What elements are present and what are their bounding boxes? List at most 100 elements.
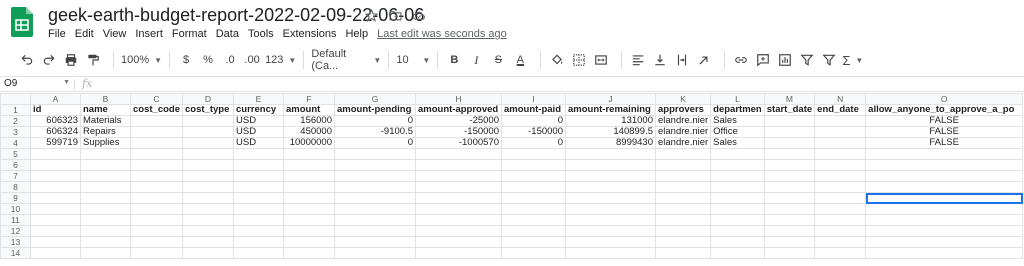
- cell-m10[interactable]: [763, 203, 816, 215]
- cell-e13[interactable]: [233, 236, 284, 248]
- cell-b10[interactable]: [80, 203, 131, 215]
- cell-l14[interactable]: [710, 247, 765, 259]
- cell-a5[interactable]: [30, 148, 81, 160]
- cell-f2[interactable]: 156000: [283, 115, 335, 127]
- cell-m7[interactable]: [763, 170, 816, 182]
- cell-k9[interactable]: [654, 192, 712, 204]
- cell-c12[interactable]: [130, 225, 183, 237]
- cell-n1[interactable]: end_date: [814, 104, 867, 116]
- cell-k11[interactable]: [654, 214, 712, 226]
- cell-f6[interactable]: [283, 159, 335, 171]
- cell-n8[interactable]: [814, 181, 867, 193]
- cell-g7[interactable]: [334, 170, 416, 182]
- row-header[interactable]: 7: [0, 170, 31, 182]
- column-header-c[interactable]: C: [130, 93, 183, 105]
- cell-h13[interactable]: [415, 236, 502, 248]
- cell-n3[interactable]: [814, 126, 867, 138]
- cell-i1[interactable]: amount-paid: [501, 104, 566, 116]
- cell-h9[interactable]: [415, 192, 502, 204]
- cell-g5[interactable]: [334, 148, 416, 160]
- cell-m12[interactable]: [763, 225, 816, 237]
- cell-g8[interactable]: [334, 181, 416, 193]
- cell-d9[interactable]: [182, 192, 234, 204]
- column-header-f[interactable]: F: [283, 93, 335, 105]
- row-header[interactable]: 8: [0, 181, 31, 193]
- cell-l11[interactable]: [710, 214, 765, 226]
- cell-b4[interactable]: Supplies: [80, 137, 131, 149]
- column-header-a[interactable]: A: [30, 93, 81, 105]
- cell-n2[interactable]: [814, 115, 867, 127]
- cell-a13[interactable]: [30, 236, 81, 248]
- cell-c3[interactable]: [130, 126, 183, 138]
- cell-d1[interactable]: cost_type: [182, 104, 234, 116]
- cell-o8[interactable]: [865, 181, 1024, 193]
- cell-c9[interactable]: [130, 192, 183, 204]
- cell-h6[interactable]: [415, 159, 502, 171]
- row-header[interactable]: 4: [0, 137, 31, 149]
- cell-d12[interactable]: [182, 225, 234, 237]
- cell-g4[interactable]: 0: [334, 137, 416, 149]
- cell-b9[interactable]: [80, 192, 131, 204]
- cell-k4[interactable]: elandre.nier: [654, 137, 712, 149]
- cell-c4[interactable]: [130, 137, 183, 149]
- cell-b12[interactable]: [80, 225, 131, 237]
- cell-f12[interactable]: [283, 225, 335, 237]
- cell-o4[interactable]: FALSE: [865, 137, 1024, 149]
- currency-format-button[interactable]: $: [177, 49, 195, 71]
- column-header-l[interactable]: L: [710, 93, 765, 105]
- cell-l5[interactable]: [710, 148, 765, 160]
- cell-j6[interactable]: [565, 159, 656, 171]
- cell-i14[interactable]: [501, 247, 566, 259]
- borders-icon[interactable]: [570, 49, 588, 71]
- cell-e11[interactable]: [233, 214, 284, 226]
- row-header[interactable]: 2: [0, 115, 31, 127]
- cell-m14[interactable]: [763, 247, 816, 259]
- cell-c6[interactable]: [130, 159, 183, 171]
- cell-b14[interactable]: [80, 247, 131, 259]
- cell-b1[interactable]: name: [80, 104, 131, 116]
- cell-f7[interactable]: [283, 170, 335, 182]
- cell-c13[interactable]: [130, 236, 183, 248]
- cell-j9[interactable]: [565, 192, 656, 204]
- column-header-j[interactable]: J: [565, 93, 656, 105]
- cell-c7[interactable]: [130, 170, 183, 182]
- cell-h4[interactable]: -1000570: [415, 137, 502, 149]
- cell-c2[interactable]: [130, 115, 183, 127]
- cell-h10[interactable]: [415, 203, 502, 215]
- cell-m8[interactable]: [763, 181, 816, 193]
- move-folder-icon[interactable]: [387, 7, 403, 23]
- cell-h5[interactable]: [415, 148, 502, 160]
- cell-e6[interactable]: [233, 159, 284, 171]
- cell-g1[interactable]: amount-pending: [334, 104, 416, 116]
- cell-l7[interactable]: [710, 170, 765, 182]
- cell-d8[interactable]: [182, 181, 234, 193]
- cell-k7[interactable]: [654, 170, 712, 182]
- menu-file[interactable]: File: [48, 28, 66, 40]
- row-header[interactable]: 10: [0, 203, 31, 215]
- cell-e5[interactable]: [233, 148, 284, 160]
- italic-button[interactable]: I: [467, 49, 485, 71]
- cell-c8[interactable]: [130, 181, 183, 193]
- cell-o2[interactable]: FALSE: [865, 115, 1024, 127]
- row-header[interactable]: 11: [0, 214, 31, 226]
- cell-o1[interactable]: allow_anyone_to_approve_a_po: [865, 104, 1024, 116]
- text-rotation-icon[interactable]: [695, 49, 713, 71]
- sheets-logo-icon[interactable]: [11, 7, 33, 37]
- column-header-e[interactable]: E: [233, 93, 284, 105]
- cell-e2[interactable]: USD: [233, 115, 284, 127]
- cell-l12[interactable]: [710, 225, 765, 237]
- cell-d2[interactable]: [182, 115, 234, 127]
- cell-n5[interactable]: [814, 148, 867, 160]
- cell-i8[interactable]: [501, 181, 566, 193]
- cell-e8[interactable]: [233, 181, 284, 193]
- cell-d3[interactable]: [182, 126, 234, 138]
- cell-i5[interactable]: [501, 148, 566, 160]
- cell-g13[interactable]: [334, 236, 416, 248]
- cell-i9[interactable]: [501, 192, 566, 204]
- column-header-h[interactable]: H: [415, 93, 502, 105]
- cell-d11[interactable]: [182, 214, 234, 226]
- insert-comment-icon[interactable]: [754, 49, 772, 71]
- cell-f9[interactable]: [283, 192, 335, 204]
- cell-a10[interactable]: [30, 203, 81, 215]
- cell-o6[interactable]: [865, 159, 1024, 171]
